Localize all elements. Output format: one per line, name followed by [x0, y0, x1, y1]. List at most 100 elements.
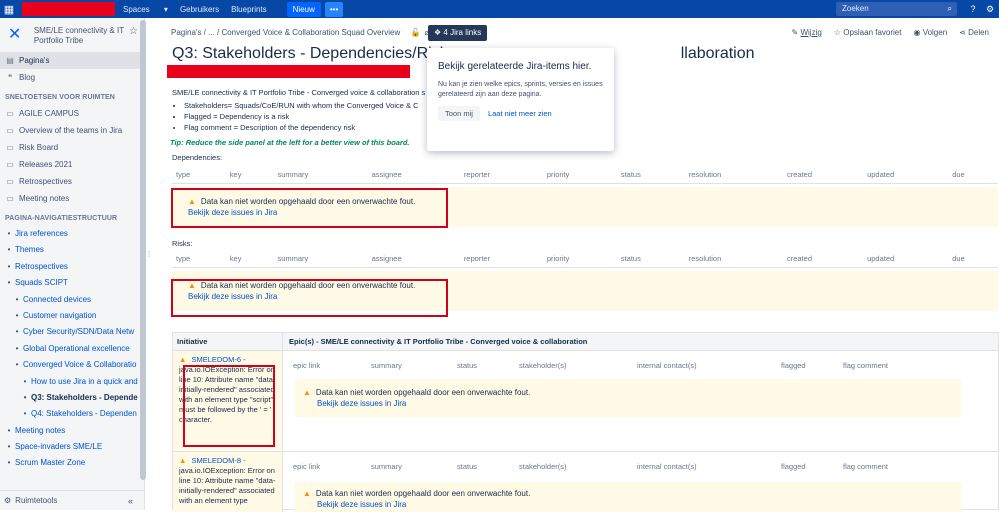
link-icon: ▭ [6, 109, 14, 118]
search-input[interactable]: Zoeken ⌕ [836, 2, 957, 16]
col-assignee[interactable]: assignee [367, 166, 460, 184]
col-status[interactable]: status [616, 250, 685, 268]
sub-col-internal-contacts: internal contact(s) [637, 361, 697, 370]
bullet: • [7, 278, 11, 288]
space-name[interactable]: SME/LE connectivity & IT Portfolio Tribe [34, 26, 125, 46]
tree-item[interactable]: • Converged Voice & Collaboratio [5, 357, 144, 373]
tree-item[interactable]: • How to use Jira in a quick and [5, 374, 144, 390]
bullet: • [7, 261, 11, 271]
tree-item[interactable]: • Cyber Security/SDN/Data Netw [5, 324, 144, 340]
initiative-key[interactable]: SMELEDOM-6 - [191, 355, 245, 364]
view-issues-link[interactable]: Bekijk deze issues in Jira [317, 500, 406, 509]
epics-header: Initiative Epic(s) - SME/LE connectivity… [173, 333, 998, 351]
shortcut-agile-campus[interactable]: ▭ AGILE CAMPUS [0, 105, 144, 122]
sidebar-item-blog[interactable]: ❝ Blog [0, 69, 144, 86]
share-button[interactable]: ⋖ Delen [959, 28, 989, 37]
tree-item[interactable]: • Customer navigation [5, 308, 144, 324]
tree-item[interactable]: • Squads SCIPT [5, 275, 144, 291]
breadcrumb-ellipsis[interactable]: ... [208, 28, 215, 37]
epic-row: ▲ SMELEDOM-6 - java.io.IOException: Error… [173, 351, 998, 450]
col-updated[interactable]: updated [863, 250, 949, 268]
tree-item-label: Meeting notes [15, 425, 66, 435]
jira-links-button[interactable]: ❖ 4 Jira links [428, 25, 488, 41]
tree-item[interactable]: • Themes [5, 242, 144, 258]
tree-item[interactable]: • Scrum Master Zone [5, 455, 144, 471]
top-navigation-bar: ▦ Spaces ▾ Gebruikers Blueprints Nieuw •… [0, 0, 999, 18]
gear-icon: ⚙ [4, 496, 12, 505]
more-button[interactable]: ••• [324, 1, 344, 17]
sidebar-resize-handle[interactable]: ⁞ [148, 250, 152, 268]
nav-blueprints[interactable]: Blueprints [231, 5, 267, 14]
view-issues-link[interactable]: Bekijk deze issues in Jira [317, 399, 406, 408]
bullet: • [15, 294, 19, 304]
dont-show-again-link[interactable]: Laat niet meer zien [488, 109, 552, 118]
space-header: ✕ SME/LE connectivity & IT Portfolio Tri… [0, 18, 144, 52]
nav-users[interactable]: Gebruikers [180, 5, 219, 14]
settings-icon[interactable]: ⚙ [983, 2, 997, 16]
shortcut-overview-teams[interactable]: ▭ Overview of the teams in Jira [0, 122, 144, 139]
col-key[interactable]: key [225, 166, 274, 184]
col-initiative: Initiative [173, 333, 283, 350]
shortcut-retrospectives[interactable]: ▭ Retrospectives [0, 173, 144, 190]
col-resolution[interactable]: resolution [684, 166, 783, 184]
new-button[interactable]: Nieuw [286, 1, 321, 17]
bullet: • [15, 360, 19, 370]
epic-subheader: epic link summary status stakeholder(s) … [293, 361, 888, 370]
nav-spaces-label: Spaces [123, 4, 150, 14]
col-summary[interactable]: summary [273, 250, 368, 268]
favourite-button[interactable]: ☆ Opslaan favoriet [834, 28, 902, 37]
tree-item[interactable]: • Q4: Stakeholders - Dependen [5, 406, 144, 422]
col-resolution[interactable]: resolution [684, 250, 783, 268]
breadcrumb-pages[interactable]: Pagina's [171, 28, 201, 37]
shortcut-meeting-notes[interactable]: ▭ Meeting notes [0, 190, 144, 207]
nav-spaces[interactable]: Spaces ▾ [123, 5, 168, 14]
col-reporter[interactable]: reporter [459, 166, 543, 184]
page-title-start: Q3: Stakeholders - Dependencies/Risk [172, 45, 448, 62]
annotation-box [171, 279, 448, 317]
sub-col-epic-link: epic link [293, 361, 321, 370]
col-priority[interactable]: priority [542, 166, 617, 184]
col-due[interactable]: due [948, 166, 998, 184]
tree-item[interactable]: • Connected devices [5, 292, 144, 308]
collapse-sidebar-icon[interactable]: « [128, 496, 133, 506]
link-icon: ▭ [6, 160, 14, 169]
tree-item[interactable]: • Global Operational excellence [5, 341, 144, 357]
watch-button[interactable]: ◉ Volgen [913, 28, 947, 37]
tree-item-label: Jira references [15, 229, 68, 238]
col-status[interactable]: status [616, 166, 685, 184]
col-created[interactable]: created [783, 166, 864, 184]
initiative-key[interactable]: SMELEDOM-8 - [191, 456, 245, 465]
shortcut-releases[interactable]: ▭ Releases 2021 [0, 156, 144, 173]
space-tools-label: Ruimtetools [15, 496, 58, 505]
tree-item[interactable]: • Space-invaders SME/LE [5, 439, 144, 455]
breadcrumb-parent[interactable]: Converged Voice & Collaboration Squad Ov… [221, 28, 400, 37]
col-due[interactable]: due [948, 250, 998, 268]
shortcut-risk-board[interactable]: ▭ Risk Board [0, 139, 144, 156]
col-priority[interactable]: priority [542, 250, 617, 268]
restrictions-icon[interactable]: 🔓 [410, 28, 420, 37]
show-me-button[interactable]: Toon mij [438, 106, 480, 121]
col-updated[interactable]: updated [863, 166, 949, 184]
initiative-cell: ▲ SMELEDOM-8 - java.io.IOException: Error… [173, 452, 283, 512]
edit-button[interactable]: ✎ Wijzig [792, 28, 822, 37]
col-type[interactable]: type [172, 250, 226, 268]
sidebar-scrollbar[interactable] [140, 20, 146, 480]
app-switcher-icon[interactable]: ▦ [0, 0, 18, 18]
col-created[interactable]: created [783, 250, 864, 268]
sub-col-summary: summary [371, 462, 402, 471]
col-reporter[interactable]: reporter [459, 250, 543, 268]
tree-item[interactable]: • Jira references [5, 226, 144, 242]
sidebar-item-pages[interactable]: ▤ Pagina's [0, 52, 144, 69]
col-type[interactable]: type [172, 166, 226, 184]
tree-item[interactable]: • Retrospectives [5, 259, 144, 275]
tree-item-current[interactable]: • Q3: Stakeholders - Depende [5, 390, 144, 406]
popup-title: Bekijk gerelateerde Jira-items hier. [438, 61, 592, 72]
col-key[interactable]: key [225, 250, 274, 268]
help-icon[interactable]: ? [966, 2, 980, 16]
tree-item[interactable]: • Meeting notes [5, 423, 144, 439]
star-icon[interactable]: ☆ [129, 26, 138, 37]
jira-icon: ❖ [434, 28, 444, 37]
space-tools[interactable]: ⚙ Ruimtetools « [0, 490, 145, 510]
col-assignee[interactable]: assignee [367, 250, 460, 268]
col-summary[interactable]: summary [273, 166, 368, 184]
